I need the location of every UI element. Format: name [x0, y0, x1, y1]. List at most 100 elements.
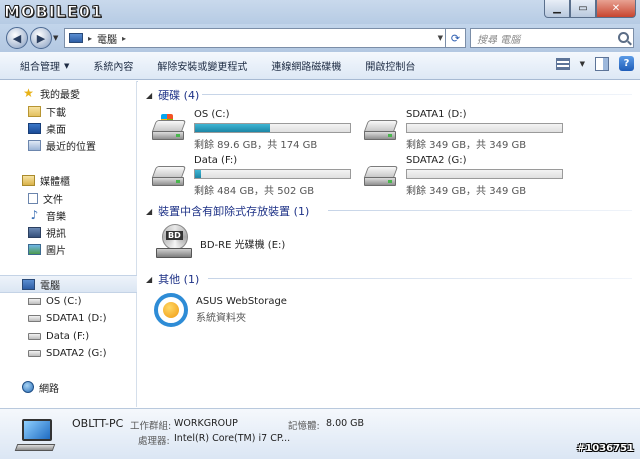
navigation-pane: ★ 我的最愛 下載 桌面 最近的位置 媒體櫃 文件 ♪ 音樂 視訊 圖片 電腦 … [0, 81, 137, 407]
group-header-hard-disks[interactable]: ◢ 硬碟 (4) [146, 87, 199, 103]
sidebar-item-label: 網路 [39, 383, 59, 395]
sidebar-item-pictures[interactable]: 圖片 [0, 241, 137, 257]
network-globe-icon [22, 381, 34, 393]
recent-pages-chevron-icon[interactable]: ▼ [53, 34, 58, 42]
drive-free-space: 剩餘 349 GB，共 349 GB [406, 186, 527, 197]
sidebar-item-label: 我的最愛 [40, 89, 80, 101]
drive-free-space: 剩餘 89.6 GB，共 174 GB [194, 140, 318, 151]
sidebar-item-drive-data[interactable]: Data (F:) [0, 328, 137, 344]
details-pane: OBLTT-PC 工作群組: WORKGROUP 記憶體: 8.00 GB 處理… [0, 408, 640, 459]
drive-name: OS (C:) [194, 109, 230, 120]
search-placeholder: 搜尋 電腦 [477, 34, 521, 46]
disc-label: BD [166, 231, 183, 240]
system-drive-icon [151, 114, 187, 142]
sidebar-item-libraries[interactable]: 媒體櫃 [0, 172, 137, 188]
forward-button[interactable]: ▶ [30, 27, 52, 49]
group-title: 硬碟 (4) [158, 89, 200, 102]
group-header-removable[interactable]: ◢ 裝置中含有卸除式存放裝置 (1) [146, 203, 309, 219]
item-name: ASUS WebStorage [196, 296, 287, 307]
sidebar-item-computer[interactable]: 電腦 [0, 275, 137, 293]
breadcrumb-separator-icon[interactable]: ▸ [88, 34, 92, 43]
change-view-icon[interactable] [555, 57, 570, 70]
system-drive-icon [28, 297, 41, 305]
uninstall-program-button[interactable]: 解除安裝或變更程式 [145, 52, 259, 80]
hard-drive-icon [28, 332, 41, 340]
drive-free-space: 剩餘 484 GB，共 502 GB [194, 186, 315, 197]
system-properties-button[interactable]: 系統內容 [81, 52, 145, 80]
address-dropdown-icon[interactable]: ▼ [438, 34, 443, 42]
sidebar-item-drive-sdata2[interactable]: SDATA2 (G:) [0, 345, 137, 361]
processor-label: 處理器: [138, 436, 170, 447]
back-button[interactable]: ◀ [6, 27, 28, 49]
hard-drive-icon [363, 114, 399, 142]
group-header-other[interactable]: ◢ 其他 (1) [146, 271, 199, 287]
sidebar-item-documents[interactable]: 文件 [0, 190, 137, 206]
drive-usage-bar [406, 123, 563, 133]
computer-icon [14, 419, 56, 453]
sidebar-item-recent[interactable]: 最近的位置 [0, 137, 137, 153]
sidebar-item-network[interactable]: 網路 [0, 379, 137, 395]
group-title: 裝置中含有卸除式存放裝置 (1) [158, 205, 310, 218]
workgroup-value: WORKGROUP [174, 418, 238, 429]
optical-drive-tile[interactable]: BD BD-RE 光碟機 (E:) [156, 224, 356, 264]
drive-tile[interactable]: SDATA1 (D:) 剩餘 349 GB，共 349 GB [363, 109, 579, 151]
breadcrumb-computer[interactable]: 電腦 [97, 31, 117, 46]
music-note-icon: ♪ [30, 207, 39, 222]
hard-drive-icon [151, 160, 187, 188]
maximize-button[interactable]: ▭ [570, 0, 596, 18]
drive-name: Data (F:) [194, 155, 238, 166]
sidebar-item-label: 桌面 [46, 124, 66, 136]
search-icon[interactable] [618, 32, 629, 43]
computer-name: OBLTT-PC [72, 417, 124, 430]
group-title: 其他 (1) [158, 273, 200, 286]
collapse-icon[interactable]: ◢ [146, 91, 152, 100]
preview-pane-icon[interactable] [595, 56, 609, 71]
video-icon [28, 226, 41, 238]
sidebar-item-drive-sdata1[interactable]: SDATA1 (D:) [0, 310, 137, 326]
watermark-id: #1036751 [576, 443, 634, 454]
sidebar-item-drive-os[interactable]: OS (C:) [0, 293, 137, 309]
sidebar-item-desktop[interactable]: 桌面 [0, 120, 137, 136]
drive-name: SDATA1 (D:) [406, 109, 467, 120]
sidebar-item-label: OS (C:) [46, 295, 82, 307]
search-input[interactable]: 搜尋 電腦 [470, 28, 634, 48]
address-bar[interactable]: ▸ 電腦 ▸ ▼ ⟳ [64, 28, 466, 48]
group-divider [328, 210, 632, 211]
sidebar-item-label: 最近的位置 [46, 141, 96, 153]
close-button[interactable]: ✕ [596, 0, 636, 18]
group-divider [202, 94, 632, 95]
watermark-logo: MOBILE01 [3, 2, 104, 22]
asus-webstorage-tile[interactable]: ASUS WebStorage 系統資料夾 [154, 293, 354, 333]
view-options-chevron-icon[interactable]: ▼ [580, 60, 585, 68]
sidebar-item-videos[interactable]: 視訊 [0, 224, 137, 240]
breadcrumb-separator-icon[interactable]: ▸ [122, 34, 126, 43]
drive-usage-bar [194, 169, 351, 179]
hard-drive-icon [363, 160, 399, 188]
organize-button[interactable]: 組合管理 ▼ [0, 52, 81, 80]
help-icon[interactable]: ? [619, 56, 634, 71]
sidebar-item-label: Data (F:) [46, 330, 90, 342]
collapse-icon[interactable]: ◢ [146, 275, 152, 284]
library-icon [22, 174, 35, 186]
sidebar-item-music[interactable]: ♪ 音樂 [0, 207, 137, 223]
drive-name: SDATA2 (G:) [406, 155, 467, 166]
drive-tile[interactable]: SDATA2 (G:) 剩餘 349 GB，共 349 GB [363, 155, 579, 197]
sidebar-item-label: 文件 [43, 194, 63, 206]
sidebar-item-downloads[interactable]: 下載 [0, 103, 137, 119]
map-network-drive-button[interactable]: 連線網路磁碟機 [259, 52, 353, 80]
drive-tile[interactable]: Data (F:) 剩餘 484 GB，共 502 GB [151, 155, 367, 197]
memory-label: 記憶體: [288, 421, 320, 432]
collapse-icon[interactable]: ◢ [146, 207, 152, 216]
computer-icon [69, 33, 83, 43]
sidebar-item-label: 媒體櫃 [40, 176, 70, 188]
refresh-icon[interactable]: ⟳ [445, 28, 465, 48]
desktop-icon [28, 122, 41, 134]
title-bar: MOBILE01 ▁ ▭ ✕ [0, 0, 640, 24]
open-control-panel-button[interactable]: 開啟控制台 [353, 52, 427, 80]
drive-free-space: 剩餘 349 GB，共 349 GB [406, 140, 527, 151]
sidebar-item-favorites[interactable]: ★ 我的最愛 [0, 85, 137, 101]
minimize-button[interactable]: ▁ [544, 0, 570, 18]
recent-places-icon [28, 139, 41, 151]
drive-tile[interactable]: OS (C:) 剩餘 89.6 GB，共 174 GB [151, 109, 367, 151]
content-pane: ◢ 硬碟 (4) OS (C:) 剩餘 89.6 GB，共 174 GB SDA… [138, 81, 640, 407]
